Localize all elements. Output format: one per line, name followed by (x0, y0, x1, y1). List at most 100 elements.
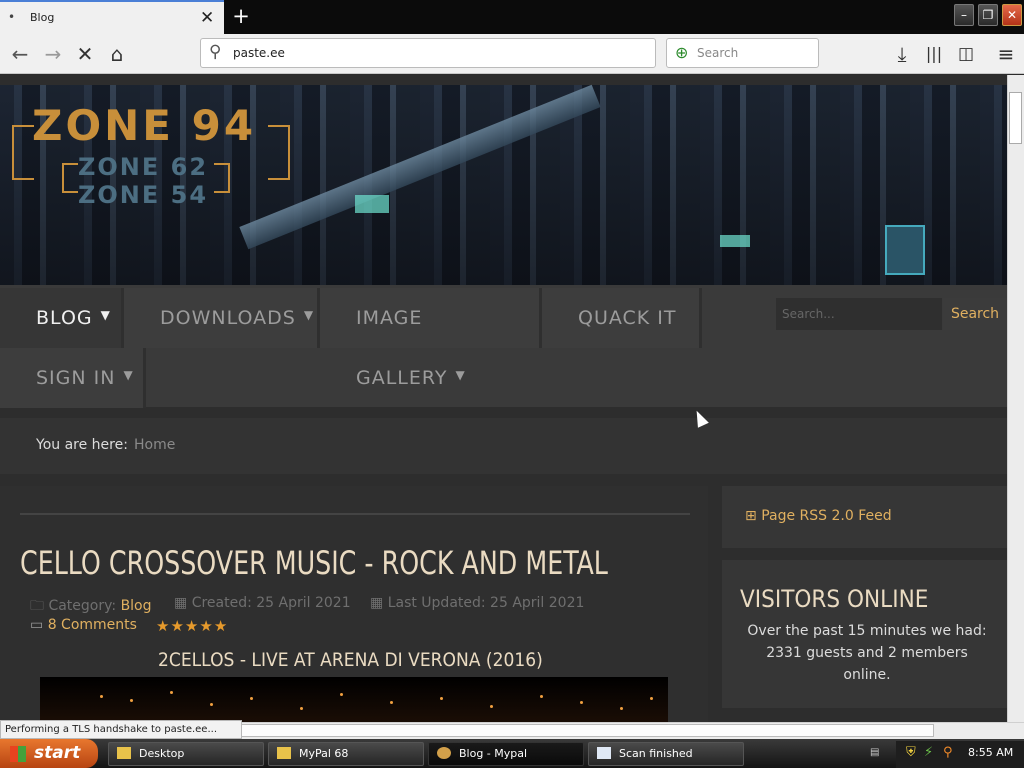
banner-decoration (355, 195, 389, 213)
clock: 8:55 AM (968, 746, 1014, 759)
video-light (490, 705, 493, 708)
logo-bracket (62, 163, 78, 193)
star-icon[interactable]: ★ (170, 617, 184, 635)
visitors-text: Over the past 15 minutes we had: 2331 gu… (747, 623, 987, 683)
breadcrumb-home[interactable]: Home (134, 437, 175, 453)
task-label: MyPal 68 (299, 747, 349, 760)
comments-link[interactable]: ▭ 8 Comments (30, 617, 137, 633)
home-icon[interactable]: ⌂ (104, 41, 130, 67)
banner-decoration (239, 84, 601, 250)
url-text: paste.ee (233, 46, 285, 60)
article-category: 🗀 Category: Blog (30, 598, 152, 614)
site-search-input[interactable]: Search... (776, 298, 942, 330)
video-light (300, 707, 303, 710)
download-icon[interactable]: ⤓ (889, 41, 915, 67)
tab-title: Blog (30, 11, 55, 24)
star-icon[interactable]: ★ (214, 617, 228, 635)
category-link[interactable]: Blog (121, 598, 152, 614)
video-player[interactable] (40, 677, 668, 722)
site-logo[interactable]: ZONE 94 (32, 101, 256, 150)
comments-count: 8 Comments (47, 617, 137, 633)
site-search-button[interactable]: Search (943, 298, 1007, 330)
taskbar-blog-mypal[interactable]: Blog - Mypal (428, 742, 584, 766)
taskbar-scan-finished[interactable]: Scan finished (588, 742, 744, 766)
video-light (390, 701, 393, 704)
star-icon[interactable]: ★ (199, 617, 213, 635)
menu-label: SIGN IN (36, 367, 116, 389)
rss-label: Page RSS 2.0 Feed (761, 508, 892, 524)
browser-icon (437, 747, 451, 759)
menu-item-quack-it[interactable]: QUACK IT (542, 288, 702, 348)
search-engine-icon: ⊕ (675, 43, 689, 62)
windows-logo-icon (10, 746, 26, 762)
star-icon[interactable]: ★ (185, 617, 199, 635)
video-light (620, 707, 623, 710)
menu-item-sign-in[interactable]: SIGN IN ▼ (0, 348, 146, 408)
library-icon[interactable]: ||| (921, 41, 947, 67)
network-icon[interactable]: ⚡ (924, 745, 933, 760)
rss-icon: ⊞ (745, 508, 757, 524)
shield-icon[interactable]: ⛨ (906, 745, 916, 760)
menu-item-downloads[interactable]: DOWNLOADS ▼ (124, 288, 320, 348)
chevron-down-icon: ▼ (455, 368, 466, 382)
menu-label: QUACK IT (578, 307, 677, 329)
comment-icon: ▭ (30, 617, 44, 633)
taskbar-desktop[interactable]: Desktop (108, 742, 264, 766)
category-label: Category: (48, 598, 117, 614)
browser-search-box[interactable]: ⊕ Search (666, 38, 819, 68)
article-created: ▦ Created: 25 April 2021 (174, 595, 351, 611)
window-icon (597, 747, 611, 759)
tab-close-icon[interactable]: ✕ (200, 8, 214, 28)
back-icon[interactable]: ← (7, 41, 33, 67)
article-title[interactable]: CELLO CROSSOVER MUSIC - ROCK AND METAL (20, 544, 608, 582)
video-light (170, 691, 173, 694)
rss-link[interactable]: ⊞ Page RSS 2.0 Feed (745, 508, 892, 524)
url-bar[interactable]: ⚲ paste.ee (200, 38, 656, 68)
forward-icon[interactable]: → (40, 41, 66, 67)
video-light (130, 699, 133, 702)
chevron-down-icon: ▼ (123, 368, 134, 382)
menu-label: IMAGE GALLERY (356, 307, 448, 389)
tab-blog[interactable]: • Blog ✕ (0, 0, 224, 34)
logo-bracket (214, 163, 230, 193)
logo-bracket (268, 125, 290, 180)
updated-date: Last Updated: 25 April 2021 (387, 595, 585, 611)
chevron-down-icon: ▼ (100, 308, 111, 322)
keyboard-icon[interactable]: ▤ (870, 747, 882, 759)
menu-item-image-gallery[interactable]: IMAGE GALLERY ▼ (320, 288, 542, 389)
breadcrumb-prefix: You are here: (36, 437, 128, 453)
menu-item-blog[interactable]: BLOG ▼ (0, 288, 124, 348)
folder-icon (117, 747, 131, 759)
rating-stars[interactable]: ★★★★★ (156, 617, 228, 635)
video-light (580, 701, 583, 704)
window-close-button[interactable]: ✕ (1002, 4, 1022, 26)
task-label: Blog - Mypal (459, 747, 528, 760)
vertical-scrollbar[interactable] (1007, 75, 1024, 722)
stop-icon[interactable]: ✕ (72, 41, 98, 67)
visitors-title: VISITORS ONLINE (740, 585, 929, 613)
menu-label: BLOG (36, 307, 93, 329)
banner-decoration (720, 235, 750, 247)
video-light (340, 693, 343, 696)
restore-button[interactable]: ❐ (978, 4, 998, 26)
video-light (250, 697, 253, 700)
video-light (650, 697, 653, 700)
sidebar-icon[interactable]: ◫ (953, 41, 979, 67)
video-light (540, 695, 543, 698)
search-icon: ⚲ (209, 42, 222, 62)
task-label: Scan finished (619, 747, 693, 760)
created-date: Created: 25 April 2021 (191, 595, 351, 611)
video-title: 2CELLOS - LIVE AT ARENA DI VERONA (2016) (158, 649, 543, 671)
browser-search-placeholder: Search (697, 46, 739, 60)
site-logo-sub: ZONE 62 (78, 153, 209, 181)
vertical-scrollbar-thumb[interactable] (1009, 92, 1022, 144)
video-light (210, 703, 213, 706)
taskbar-mypal68[interactable]: MyPal 68 (268, 742, 424, 766)
logo-bracket (12, 125, 34, 180)
search-tray-icon[interactable]: ⚲ (943, 745, 953, 760)
banner-decoration (885, 225, 925, 275)
menu-icon[interactable]: ≡ (993, 41, 1019, 67)
star-icon[interactable]: ★ (156, 617, 170, 635)
new-tab-button[interactable]: + (230, 3, 252, 29)
minimize-button[interactable]: – (954, 4, 974, 26)
